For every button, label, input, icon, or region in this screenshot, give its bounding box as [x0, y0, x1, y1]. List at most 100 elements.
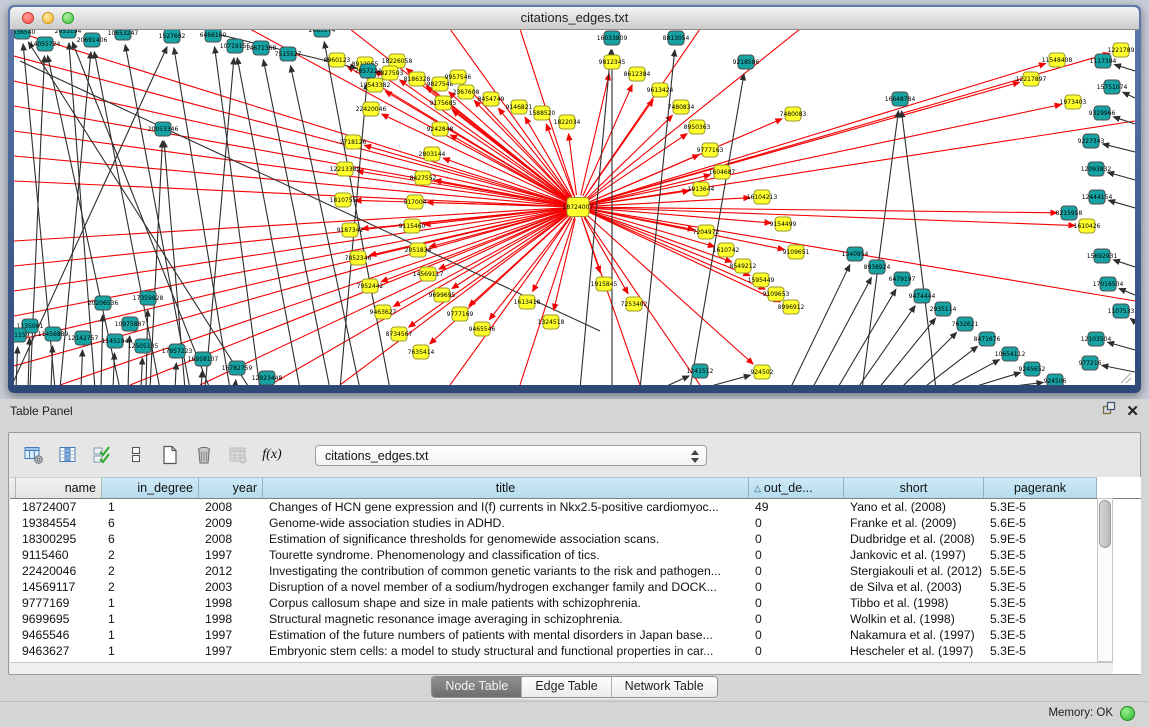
graph-node[interactable]: 14671368: [246, 41, 277, 55]
graph-node[interactable]: 9699695: [429, 288, 456, 302]
graph-node[interactable]: 1810755: [330, 193, 357, 207]
graph-node[interactable]: 22420046: [356, 102, 387, 116]
table-cell[interactable]: Disruption of a novel member of a sodium…: [263, 579, 749, 595]
column-header-name[interactable]: name: [16, 477, 102, 498]
table-cell[interactable]: 18724007: [16, 499, 102, 515]
table-cell[interactable]: 5.3E-5: [984, 611, 1097, 627]
table-vertical-scrollbar[interactable]: [1097, 498, 1113, 662]
table-cell[interactable]: 5.6E-5: [984, 515, 1097, 531]
graph-node[interactable]: 12103504: [1081, 332, 1112, 346]
tab-edge-table[interactable]: Edge Table: [521, 677, 610, 697]
graph-node[interactable]: 7635414: [408, 345, 435, 359]
graph-node[interactable]: 16104213: [747, 190, 778, 204]
graph-node[interactable]: 9463627: [370, 305, 397, 319]
graph-node[interactable]: 924502: [751, 365, 774, 379]
graph-node[interactable]: 8813054: [663, 31, 690, 45]
table-cell[interactable]: Yano et al. (2008): [844, 499, 984, 515]
table-row[interactable]: 2242004622012Investigating the contribut…: [10, 563, 1141, 579]
table-cell[interactable]: Estimation of significance thresholds fo…: [263, 531, 749, 547]
table-cell[interactable]: 5.3E-5: [984, 643, 1097, 659]
table-cell[interactable]: Stergiakouli et al. (2012): [844, 563, 984, 579]
table-cell[interactable]: Genome-wide association studies in ADHD.: [263, 515, 749, 531]
graph-node[interactable]: 1595449: [748, 273, 775, 287]
table-cell[interactable]: 2008: [199, 531, 263, 547]
graph-node[interactable]: 16958107: [188, 352, 219, 366]
table-cell[interactable]: de Silva et al. (2003): [844, 579, 984, 595]
graph-node[interactable]: 10653247: [108, 30, 139, 40]
graph-node[interactable]: 6466160: [200, 30, 227, 42]
table-cell[interactable]: 9777169: [16, 595, 102, 611]
graph-node[interactable]: 9154499: [770, 217, 797, 231]
table-cell[interactable]: 2008: [199, 499, 263, 515]
table-mode-icon[interactable]: [21, 442, 47, 468]
graph-node[interactable]: 1117304: [1090, 54, 1117, 68]
table-selector-dropdown[interactable]: citations_edges.txt: [315, 445, 707, 466]
column-header-short[interactable]: short: [844, 477, 984, 498]
table-row[interactable]: 1456911722003Disruption of a novel membe…: [10, 579, 1141, 595]
table-cell[interactable]: Embryonic stem cells: a model to study s…: [263, 643, 749, 659]
network-graph[interactable]: 1872400789601238912955182260589827503105…: [14, 30, 1135, 385]
graph-node[interactable]: 8734567: [386, 327, 413, 341]
table-row[interactable]: 969969511998Structural magnetic resonanc…: [10, 611, 1141, 627]
graph-node[interactable]: 9613424: [647, 83, 674, 97]
table-row[interactable]: 1938455462009Genome-wide association stu…: [10, 515, 1141, 531]
show-columns-icon[interactable]: [55, 442, 81, 468]
graph-node[interactable]: 1610426: [1074, 219, 1101, 233]
graph-node[interactable]: 2367608: [453, 85, 480, 99]
table-cell[interactable]: 1998: [199, 595, 263, 611]
graph-node[interactable]: 977216: [1079, 356, 1102, 370]
table-cell[interactable]: 9463627: [16, 643, 102, 659]
graph-node[interactable]: 14569117: [413, 267, 444, 281]
table-cell[interactable]: 5.9E-5: [984, 531, 1097, 547]
table-cell[interactable]: 0: [749, 515, 844, 531]
table-cell[interactable]: Hescheler et al. (1997): [844, 643, 984, 659]
table-cell[interactable]: 2: [102, 579, 199, 595]
graph-node[interactable]: 9465546: [469, 322, 496, 336]
table-cell[interactable]: 1: [102, 611, 199, 627]
graph-node[interactable]: 9109653: [763, 287, 790, 301]
graph-node[interactable]: 17359928: [133, 291, 164, 305]
table-cell[interactable]: 2009: [199, 515, 263, 531]
graph-node[interactable]: 7480083: [780, 107, 807, 121]
graph-node[interactable]: 12923448: [252, 371, 283, 385]
tab-node-table[interactable]: Node Table: [432, 677, 521, 697]
graph-node[interactable]: 9777169: [447, 307, 474, 321]
table-cell[interactable]: 49: [749, 499, 844, 515]
canvas-resize-grip[interactable]: [1119, 371, 1133, 383]
graph-node[interactable]: 1588520: [529, 106, 556, 120]
table-cell[interactable]: 0: [749, 563, 844, 579]
close-window-button[interactable]: [22, 12, 34, 24]
graph-node[interactable]: 1613418: [514, 295, 541, 309]
graph-node[interactable]: 15692931: [1087, 249, 1118, 263]
rows-icon[interactable]: [123, 442, 149, 468]
table-cell[interactable]: 0: [749, 547, 844, 563]
memory-status-light[interactable]: [1120, 706, 1135, 721]
graph-node[interactable]: 12142757: [68, 331, 99, 345]
table-cell[interactable]: Estimation of the future numbers of pati…: [263, 627, 749, 643]
table-cell[interactable]: 2003: [199, 579, 263, 595]
graph-node[interactable]: 9329966: [1089, 106, 1116, 120]
table-cell[interactable]: Changes of HCN gene expression and I(f) …: [263, 499, 749, 515]
table-row[interactable]: 1830029562008Estimation of significance …: [10, 531, 1141, 547]
graph-node[interactable]: 17016504: [1093, 277, 1124, 291]
table-cell[interactable]: 22420046: [16, 563, 102, 579]
graph-node[interactable]: 2935114: [930, 302, 957, 316]
table-cell[interactable]: 5.3E-5: [984, 627, 1097, 643]
network-canvas[interactable]: 1872400789601238912955182260589827503105…: [14, 30, 1135, 385]
graph-node[interactable]: 9242848: [427, 122, 454, 136]
table-row[interactable]: 946554611997Estimation of the future num…: [10, 627, 1141, 643]
graph-node[interactable]: 20053346: [148, 122, 179, 136]
graph-node[interactable]: 20206536: [88, 296, 119, 310]
column-header-out_de[interactable]: △out_de...: [749, 477, 844, 498]
graph-node[interactable]: 12093832: [1081, 162, 1112, 176]
graph-node[interactable]: 8454749: [478, 92, 505, 106]
table-cell[interactable]: Nakamura et al. (1997): [844, 627, 984, 643]
table-cell[interactable]: 5.5E-5: [984, 563, 1097, 579]
table-cell[interactable]: 9465546: [16, 627, 102, 643]
float-panel-icon[interactable]: [1102, 399, 1116, 423]
graph-node[interactable]: 9115460: [399, 219, 426, 233]
column-header-pagerank[interactable]: pagerank: [984, 477, 1097, 498]
table-cell[interactable]: Tourette syndrome. Phenomenology and cla…: [263, 547, 749, 563]
table-cell[interactable]: 5.3E-5: [984, 547, 1097, 563]
table-cell[interactable]: 0: [749, 595, 844, 611]
